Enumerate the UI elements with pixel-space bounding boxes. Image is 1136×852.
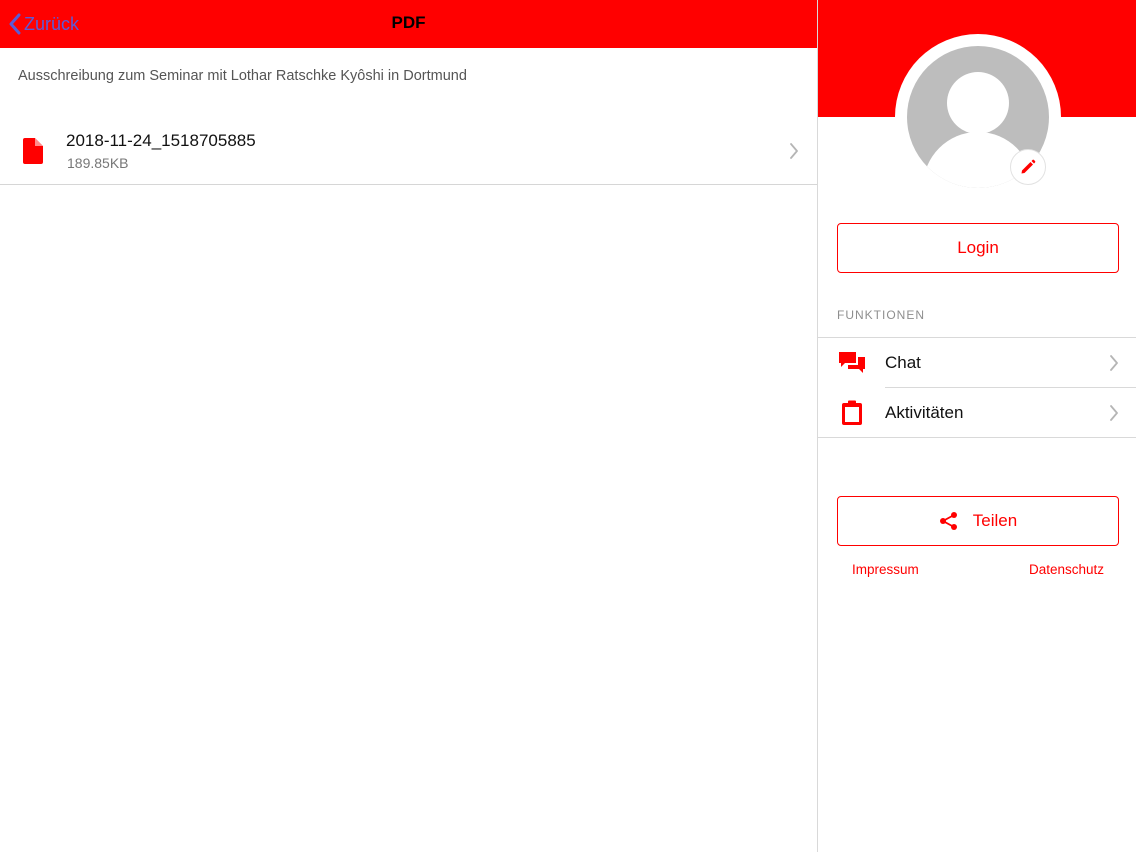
menu-item-chat[interactable]: Chat <box>818 338 1136 388</box>
profile-sidebar: Login FUNKTIONEN Chat Aktivitäten Teilen… <box>817 0 1136 852</box>
document-pane: Zurück PDF Ausschreibung zum Seminar mit… <box>0 0 817 852</box>
impressum-link[interactable]: Impressum <box>852 562 919 577</box>
navigation-bar: Zurück PDF <box>0 0 817 48</box>
pencil-icon <box>1021 159 1036 174</box>
function-menu: Chat Aktivitäten <box>818 337 1136 438</box>
file-name: 2018-11-24_1518705885 <box>66 131 256 150</box>
file-size: 189.85KB <box>67 155 129 171</box>
page-title: PDF <box>391 13 426 32</box>
chevron-right-icon <box>1110 355 1118 371</box>
share-label: Teilen <box>972 511 1018 530</box>
clipboard-icon <box>842 400 862 425</box>
datenschutz-link[interactable]: Datenschutz <box>1029 562 1104 577</box>
pdf-file-icon <box>23 138 43 164</box>
app-window: Zurück PDF Ausschreibung zum Seminar mit… <box>0 0 1136 852</box>
chat-icon <box>839 352 865 373</box>
section-header-funktionen: FUNKTIONEN <box>837 308 925 322</box>
menu-item-aktivitaeten[interactable]: Aktivitäten <box>818 388 1136 438</box>
login-button[interactable]: Login <box>837 223 1119 273</box>
menu-item-label: Aktivitäten <box>885 403 964 422</box>
edit-avatar-button[interactable] <box>1010 149 1046 185</box>
document-description: Ausschreibung zum Seminar mit Lothar Rat… <box>18 68 467 84</box>
avatar-placeholder-head <box>947 72 1009 134</box>
share-button[interactable]: Teilen <box>837 496 1119 546</box>
chevron-right-icon <box>1110 405 1118 421</box>
chevron-right-icon <box>790 143 798 159</box>
menu-item-label: Chat <box>885 353 921 372</box>
share-icon <box>939 512 957 530</box>
file-list-item[interactable]: 2018-11-24_1518705885 189.85KB <box>0 117 817 185</box>
